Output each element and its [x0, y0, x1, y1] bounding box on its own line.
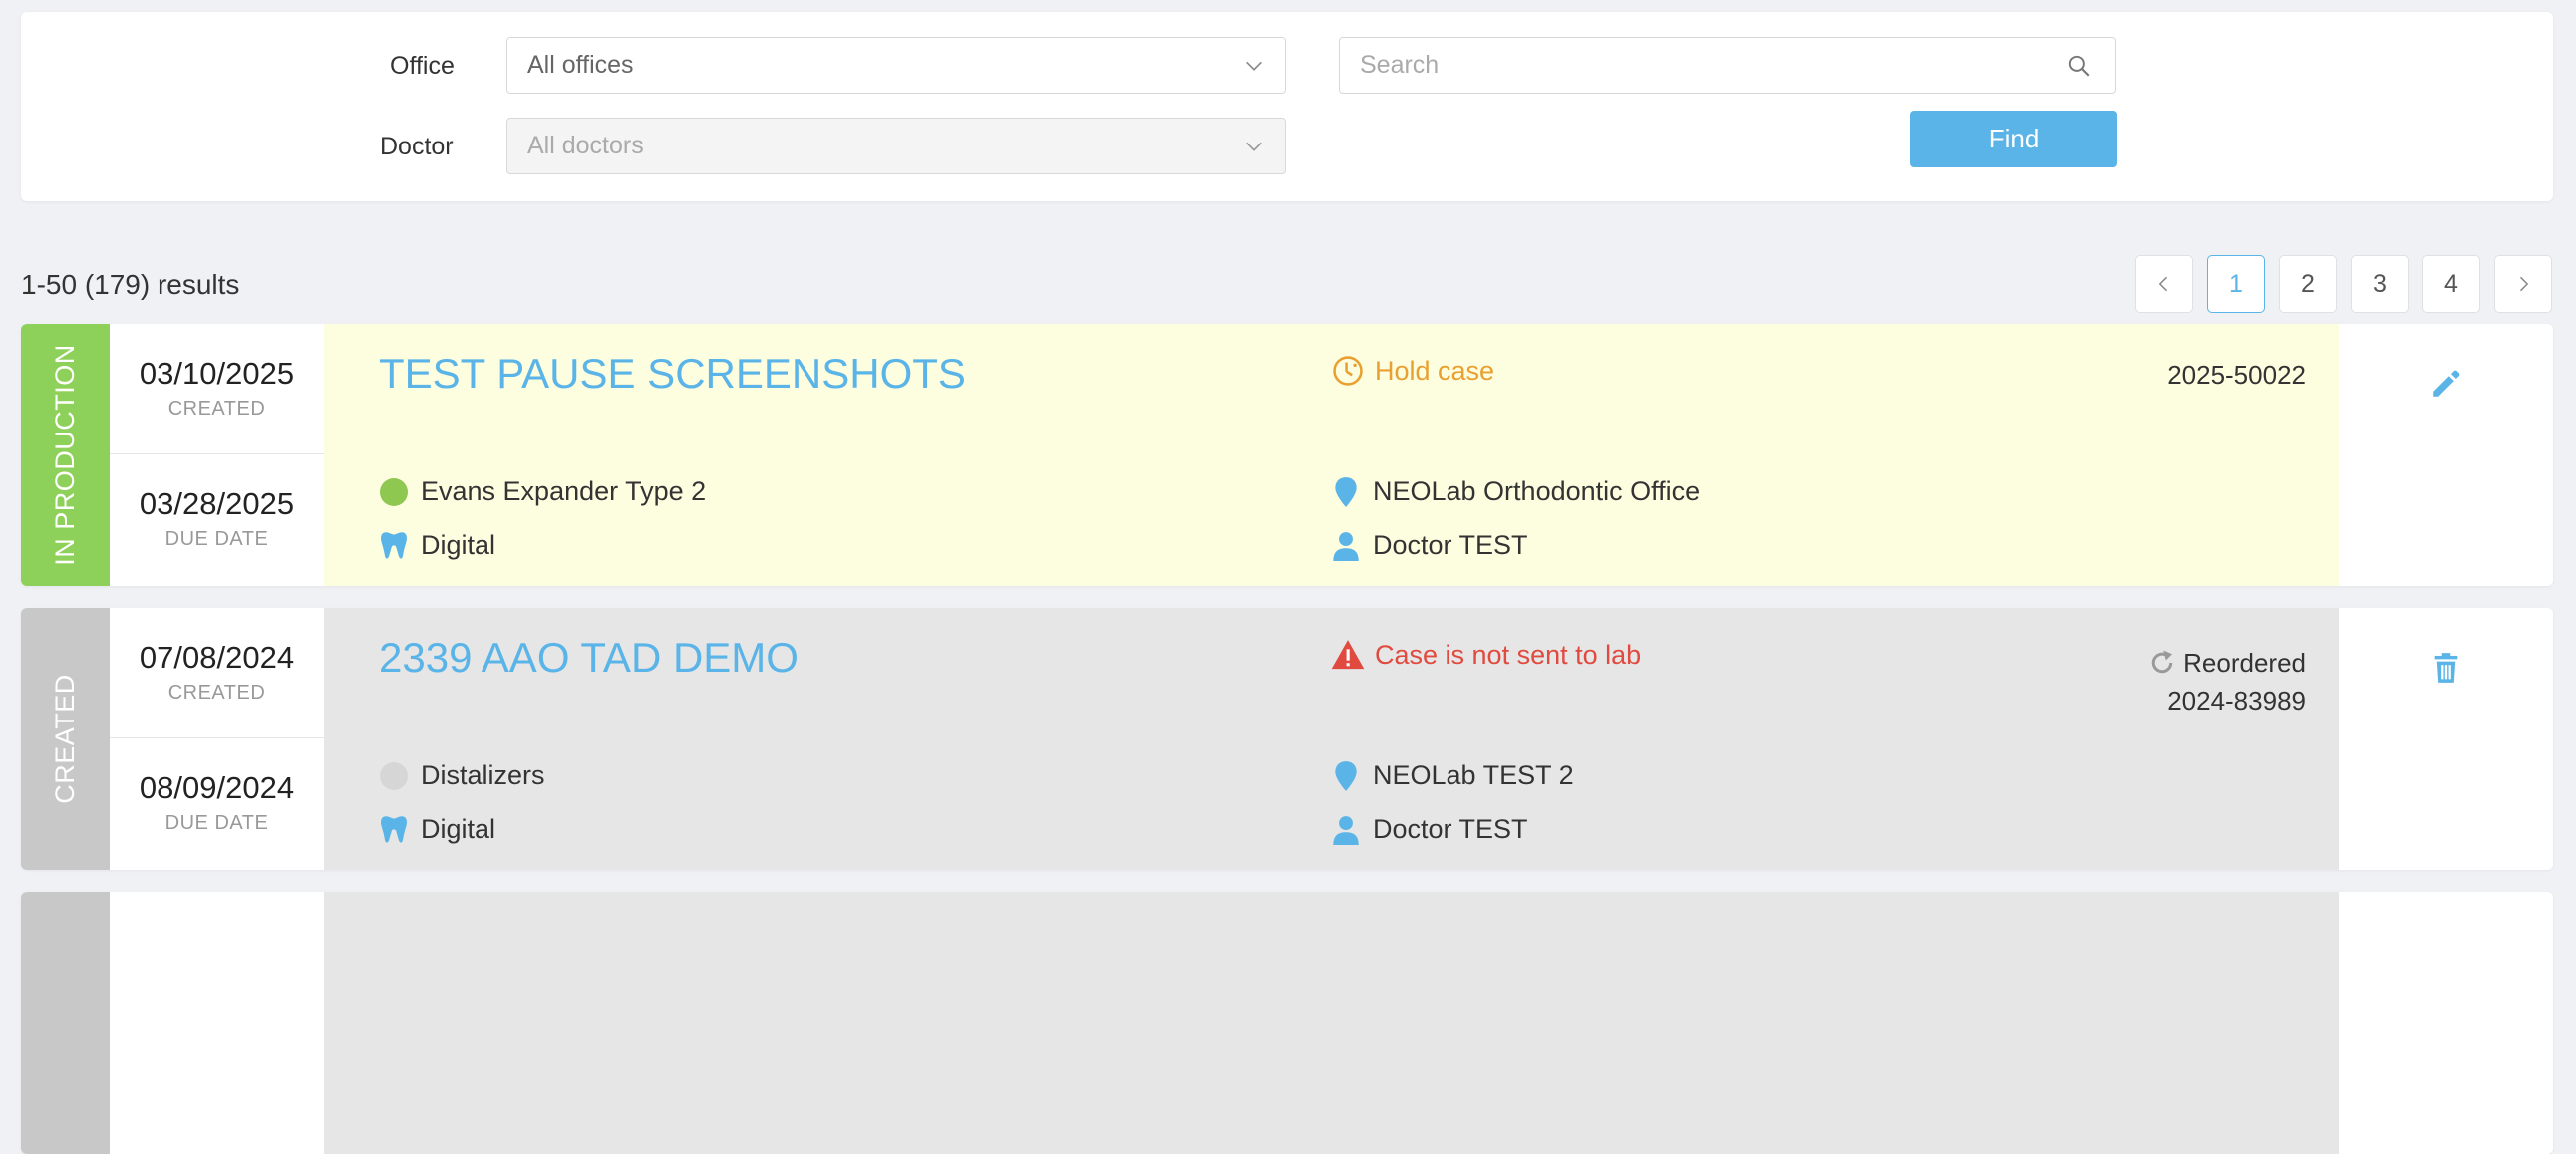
- clock-alert-icon: [1333, 356, 1363, 386]
- case-alert: Case is not sent to lab: [1331, 638, 1641, 672]
- warning-icon: [1331, 640, 1365, 670]
- case-alert: Hold case: [1331, 354, 1494, 388]
- status-strip: CREATED: [21, 608, 110, 870]
- due-date: 03/28/2025: [139, 486, 295, 521]
- office-row: NEOLab Orthodontic Office: [1331, 476, 1700, 507]
- created-date: 03/10/2025: [139, 356, 295, 391]
- search-icon[interactable]: [2066, 53, 2092, 79]
- case-number: 2024-83989: [2167, 686, 2306, 716]
- page-button-2[interactable]: 2: [2279, 255, 2337, 313]
- case-title-link[interactable]: 2339 AAO TAD DEMO: [379, 634, 799, 682]
- case-number: 2025-50022: [2167, 360, 2306, 390]
- office-select[interactable]: All offices: [506, 37, 1286, 94]
- product-name: Distalizers: [421, 760, 545, 790]
- case-card[interactable]: IN PRODUCTION 03/10/2025 CREATED 03/28/2…: [21, 324, 2553, 586]
- case-card[interactable]: [21, 892, 2553, 1154]
- filter-panel: Office All offices Doctor All doctors Fi…: [21, 12, 2553, 201]
- office-name: NEOLab TEST 2: [1373, 760, 1574, 790]
- office-label: Office: [390, 52, 455, 80]
- delete-case-button[interactable]: [2426, 648, 2466, 688]
- created-date: 07/08/2024: [139, 640, 295, 675]
- product-dot-icon: [379, 761, 409, 791]
- case-actions: [2339, 324, 2553, 586]
- case-status: IN PRODUCTION: [50, 344, 80, 566]
- page-button-3[interactable]: 3: [2351, 255, 2409, 313]
- search-input[interactable]: [1340, 38, 2018, 93]
- doctor-name: Doctor TEST: [1373, 814, 1528, 844]
- scan-row: Digital: [379, 814, 495, 845]
- alert-text: Hold case: [1375, 355, 1495, 386]
- due-date-block: 08/09/2024 DUE DATE: [110, 738, 324, 869]
- find-button[interactable]: Find: [1910, 111, 2117, 167]
- reorder-info: Reordered 2024-83989: [2147, 644, 2306, 720]
- tooth-icon: [379, 815, 409, 845]
- created-label: CREATED: [167, 398, 266, 420]
- doctor-select[interactable]: All doctors: [506, 118, 1286, 174]
- user-icon: [1331, 815, 1361, 845]
- scan-row: Digital: [379, 530, 495, 561]
- page-button-1[interactable]: 1: [2207, 255, 2265, 313]
- status-strip: [21, 892, 110, 1154]
- chevron-down-icon: [1246, 142, 1262, 151]
- case-title-link[interactable]: TEST PAUSE SCREENSHOTS: [379, 350, 966, 398]
- due-date-block: 03/28/2025 DUE DATE: [110, 454, 324, 585]
- case-dates: 07/08/2024 CREATED 08/09/2024 DUE DATE: [110, 608, 324, 870]
- doctor-name: Doctor TEST: [1373, 530, 1528, 560]
- scan-type: Digital: [421, 530, 496, 560]
- pencil-icon: [2433, 370, 2460, 397]
- prev-page-button[interactable]: [2135, 255, 2193, 313]
- case-actions: [2339, 892, 2553, 1154]
- case-content: [324, 892, 2359, 1154]
- next-page-button[interactable]: [2494, 255, 2552, 313]
- case-actions: [2339, 608, 2553, 870]
- reorder-icon: [2151, 650, 2173, 674]
- due-label: DUE DATE: [164, 812, 269, 834]
- created-date-block: 03/10/2025 CREATED: [110, 324, 324, 454]
- user-icon: [1331, 531, 1361, 561]
- case-dates: 03/10/2025 CREATED 03/28/2025 DUE DATE: [110, 324, 324, 586]
- created-label: CREATED: [167, 682, 266, 704]
- scan-type: Digital: [421, 814, 496, 844]
- results-count: 1-50 (179) results: [21, 269, 240, 300]
- trash-icon: [2434, 653, 2458, 683]
- pagination: 1 2 3 4: [2135, 255, 2552, 313]
- location-pin-icon: [1331, 476, 1361, 507]
- office-select-value: All offices: [527, 51, 634, 79]
- case-card[interactable]: CREATED 07/08/2024 CREATED 08/09/2024 DU…: [21, 608, 2553, 870]
- chevron-right-icon: [2519, 276, 2529, 292]
- chevron-left-icon: [2158, 276, 2168, 292]
- product-dot-icon: [379, 477, 409, 507]
- due-label: DUE DATE: [164, 528, 269, 550]
- tooth-icon: [379, 531, 409, 561]
- edit-case-button[interactable]: [2426, 364, 2466, 404]
- reordered-label: Reordered: [2183, 648, 2306, 678]
- product-row: Distalizers: [379, 760, 545, 791]
- case-content: TEST PAUSE SCREENSHOTS Hold case 2025-50…: [324, 324, 2359, 586]
- chevron-down-icon: [1246, 61, 1262, 71]
- created-date-block: 07/08/2024 CREATED: [110, 608, 324, 738]
- office-name: NEOLab Orthodontic Office: [1373, 476, 1701, 506]
- case-status: CREATED: [50, 674, 81, 804]
- doctor-row: Doctor TEST: [1331, 530, 1528, 561]
- search-box: [1339, 37, 2116, 94]
- location-pin-icon: [1331, 760, 1361, 791]
- doctor-label: Doctor: [380, 133, 454, 160]
- doctor-row: Doctor TEST: [1331, 814, 1528, 845]
- office-row: NEOLab TEST 2: [1331, 760, 1574, 791]
- case-dates: [110, 892, 324, 1154]
- product-row: Evans Expander Type 2: [379, 476, 706, 507]
- doctor-select-value: All doctors: [527, 132, 644, 159]
- page-button-4[interactable]: 4: [2422, 255, 2480, 313]
- status-strip: IN PRODUCTION: [21, 324, 110, 586]
- case-content: 2339 AAO TAD DEMO Case is not sent to la…: [324, 608, 2359, 870]
- product-name: Evans Expander Type 2: [421, 476, 707, 506]
- due-date: 08/09/2024: [139, 770, 295, 805]
- alert-text: Case is not sent to lab: [1375, 639, 1642, 670]
